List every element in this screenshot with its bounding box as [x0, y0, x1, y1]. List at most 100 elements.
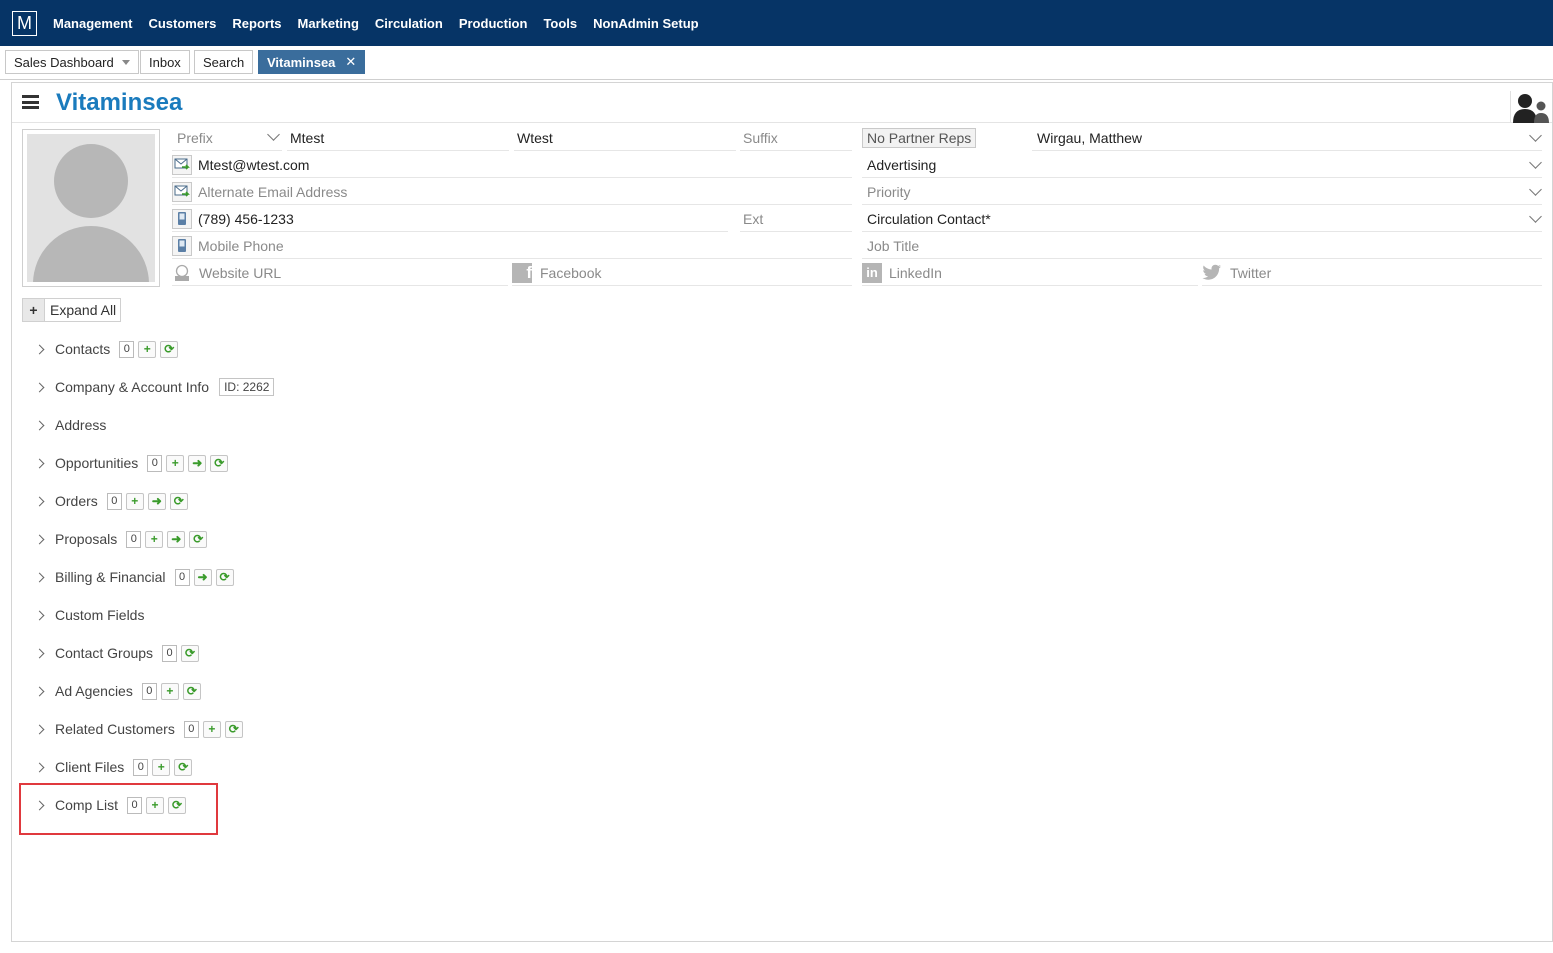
nav-production[interactable]: Production	[451, 16, 536, 31]
phone-ext-field[interactable]: Ext	[740, 206, 852, 232]
count-badge: 0	[133, 758, 149, 776]
priority-placeholder: Priority	[867, 183, 911, 200]
facebook-icon: f	[512, 262, 532, 283]
tab-inbox[interactable]: Inbox	[140, 50, 190, 74]
sales-rep-select[interactable]: Wirgau, Matthew	[1032, 125, 1542, 151]
add-icon[interactable]: +	[152, 758, 171, 776]
refresh-icon[interactable]: ⟳	[169, 492, 188, 510]
refresh-icon[interactable]: ⟳	[181, 644, 200, 662]
nav-reports[interactable]: Reports	[224, 16, 289, 31]
section-orders[interactable]: Orders 0 + ➜ ⟳	[34, 490, 188, 512]
chevron-down-icon[interactable]	[121, 59, 130, 65]
mobile-phone-icon[interactable]	[172, 235, 192, 256]
website-placeholder: Website URL	[199, 264, 282, 281]
chevron-right-icon	[34, 420, 45, 430]
section-label: Opportunities	[55, 455, 139, 471]
add-icon[interactable]: +	[145, 530, 164, 548]
nav-marketing[interactable]: Marketing	[290, 16, 367, 31]
mobile-phone-field[interactable]: Mobile Phone	[172, 233, 852, 259]
refresh-icon[interactable]: ⟳	[160, 340, 179, 358]
section-company-account-info[interactable]: Company & Account Info ID: 2262	[34, 376, 275, 398]
facebook-placeholder: Facebook	[540, 264, 602, 281]
contact-type-select[interactable]: Advertising	[862, 152, 1542, 178]
add-icon[interactable]: +	[125, 492, 144, 510]
add-icon[interactable]: +	[138, 340, 157, 358]
arrow-right-icon[interactable]: ➜	[193, 568, 212, 586]
prefix-select[interactable]: Prefix	[172, 125, 282, 151]
add-icon[interactable]: +	[202, 720, 221, 738]
section-custom-fields[interactable]: Custom Fields	[34, 604, 144, 626]
chevron-right-icon	[34, 724, 45, 734]
count-badge: 0	[126, 530, 142, 548]
section-opportunities[interactable]: Opportunities 0 + ➜ ⟳	[34, 452, 229, 474]
menu-icon[interactable]	[22, 95, 39, 109]
phone-value: (789) 456-1233	[198, 210, 294, 227]
circulation-contact-select[interactable]: Circulation Contact*	[862, 206, 1542, 232]
section-contacts[interactable]: Contacts 0 + ⟳	[34, 338, 179, 360]
expand-all-label: Expand All	[50, 302, 117, 318]
chevron-down-icon	[1529, 129, 1542, 142]
linkedin-icon: in	[862, 262, 882, 283]
section-contact-groups[interactable]: Contact Groups 0 ⟳	[34, 642, 200, 664]
users-icon[interactable]	[1510, 91, 1550, 123]
twitter-field[interactable]: Twitter	[1202, 260, 1542, 286]
nav-tools[interactable]: Tools	[535, 16, 585, 31]
account-id-badge: ID: 2262	[219, 378, 275, 396]
refresh-icon[interactable]: ⟳	[215, 568, 234, 586]
section-billing-financial[interactable]: Billing & Financial 0 ➜ ⟳	[34, 566, 234, 588]
arrow-right-icon[interactable]: ➜	[147, 492, 166, 510]
refresh-icon[interactable]: ⟳	[224, 720, 243, 738]
alternate-email-placeholder: Alternate Email Address	[198, 183, 348, 200]
nav-customers[interactable]: Customers	[140, 16, 224, 31]
refresh-icon[interactable]: ⟳	[174, 758, 193, 776]
contact-type-value: Advertising	[867, 156, 937, 173]
tab-search[interactable]: Search	[194, 50, 254, 74]
nav-nonadmin-setup[interactable]: NonAdmin Setup	[585, 16, 706, 31]
first-name-field[interactable]: Mtest	[287, 125, 509, 151]
website-field[interactable]: Website URL	[172, 260, 508, 286]
close-icon[interactable]: ✕	[345, 54, 356, 70]
add-icon[interactable]: +	[160, 682, 179, 700]
app-logo[interactable]: M	[12, 10, 37, 36]
section-client-files[interactable]: Client Files 0 + ⟳	[34, 756, 193, 778]
expand-all-button[interactable]: + Expand All	[22, 298, 122, 322]
phone-field[interactable]: (789) 456-1233	[172, 206, 728, 232]
email-field[interactable]: Mtest@wtest.com	[172, 152, 852, 178]
count-badge: 0	[147, 454, 163, 472]
job-title-field[interactable]: Job Title	[862, 233, 1542, 259]
nav-management[interactable]: Management	[45, 16, 140, 31]
tab-sales-dashboard[interactable]: Sales Dashboard	[5, 50, 139, 74]
section-related-customers[interactable]: Related Customers 0 + ⟳	[34, 718, 243, 740]
add-icon[interactable]: +	[166, 454, 185, 472]
suffix-placeholder: Suffix	[743, 129, 778, 146]
facebook-field[interactable]: f Facebook	[512, 260, 852, 286]
arrow-right-icon[interactable]: ➜	[188, 454, 207, 472]
count-badge: 0	[119, 340, 135, 358]
last-name-field[interactable]: Wtest	[514, 125, 736, 151]
chevron-down-icon	[267, 128, 280, 141]
tab-bar: Sales Dashboard Inbox Search Vitaminsea …	[0, 46, 1553, 80]
section-address[interactable]: Address	[34, 414, 106, 436]
section-label: Client Files	[55, 759, 125, 775]
priority-select[interactable]: Priority	[862, 179, 1542, 205]
page-title: Vitaminsea	[56, 89, 183, 116]
job-title-placeholder: Job Title	[867, 237, 920, 254]
tab-vitaminsea[interactable]: Vitaminsea ✕	[258, 50, 366, 74]
contact-photo[interactable]	[22, 129, 160, 287]
phone-icon[interactable]	[172, 208, 192, 229]
section-ad-agencies[interactable]: Ad Agencies 0 + ⟳	[34, 680, 201, 702]
arrow-right-icon[interactable]: ➜	[167, 530, 186, 548]
suffix-field[interactable]: Suffix	[740, 125, 852, 151]
partner-reps-button[interactable]: No Partner Reps	[862, 128, 977, 148]
linkedin-field[interactable]: in LinkedIn	[862, 260, 1198, 286]
section-proposals[interactable]: Proposals 0 + ➜ ⟳	[34, 528, 208, 550]
chevron-right-icon	[34, 572, 45, 582]
alternate-email-field[interactable]: Alternate Email Address	[172, 179, 852, 205]
nav-circulation[interactable]: Circulation	[367, 16, 451, 31]
chevron-right-icon	[34, 534, 45, 544]
refresh-icon[interactable]: ⟳	[210, 454, 229, 472]
refresh-icon[interactable]: ⟳	[182, 682, 201, 700]
send-email-icon[interactable]	[172, 181, 192, 202]
refresh-icon[interactable]: ⟳	[189, 530, 208, 548]
send-email-icon[interactable]	[172, 154, 192, 175]
